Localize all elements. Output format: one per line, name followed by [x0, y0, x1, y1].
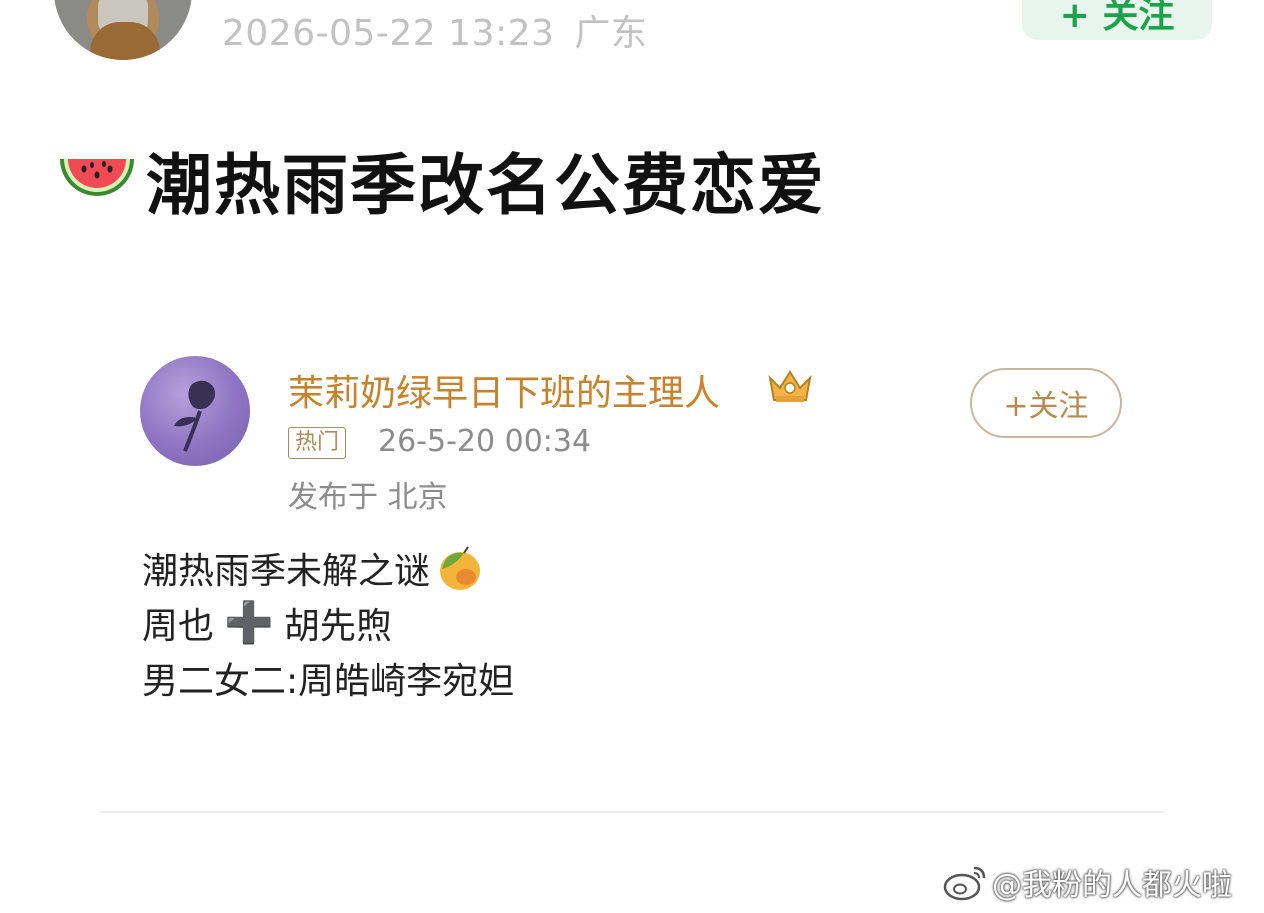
watermark: @我粉的人都火啦: [942, 860, 1232, 904]
body-line-1: 潮热雨季未解之谜: [142, 540, 514, 595]
body-line-2-name-a: 周也: [142, 605, 215, 647]
embedded-follow-button[interactable]: +关注: [970, 368, 1122, 438]
post-location: 广东: [574, 13, 648, 54]
mango-icon: [440, 545, 481, 590]
author-avatar[interactable]: [54, 0, 192, 60]
post-meta: 2026-05-22 13:23 广东: [222, 4, 647, 56]
hot-badge: 热门: [288, 427, 347, 459]
body-line-2: 周也 ➕ 胡先煦: [142, 595, 514, 650]
post-title-row: 潮热雨季改名公费恋爱: [56, 140, 826, 224]
post-title: 潮热雨季改名公费恋爱: [146, 147, 826, 224]
body-line-1-text: 潮热雨季未解之谜: [142, 550, 431, 592]
avatar-body: [90, 22, 160, 60]
rose-icon: [174, 380, 215, 452]
weibo-logo-icon: [943, 866, 986, 901]
embedded-post-body: 潮热雨季未解之谜 周也 ➕ 胡先煦 男二女二:周皓崎李宛妲: [142, 540, 514, 705]
crown-icon: [768, 370, 812, 402]
embedded-timestamp: 26-5-20 00:34: [378, 424, 592, 459]
body-line-3: 男二女二:周皓崎李宛妲: [142, 650, 514, 705]
embedded-username[interactable]: 茉莉奶绿早日下班的主理人: [288, 364, 720, 416]
body-line-2-name-b: 胡先煦: [283, 605, 392, 647]
divider: [100, 811, 1164, 813]
post-datetime: 2026-05-22 13:23: [222, 13, 555, 54]
body-line-3-text: 男二女二:周皓崎李宛妲: [142, 660, 515, 702]
watermelon-icon: [60, 159, 134, 196]
watermark-text: @我粉的人都火啦: [992, 868, 1232, 903]
embedded-avatar[interactable]: [140, 356, 250, 466]
embedded-location: 发布于 北京: [288, 480, 448, 515]
follow-button[interactable]: + 关注: [1022, 0, 1212, 40]
plus-icon: ➕: [224, 600, 274, 646]
